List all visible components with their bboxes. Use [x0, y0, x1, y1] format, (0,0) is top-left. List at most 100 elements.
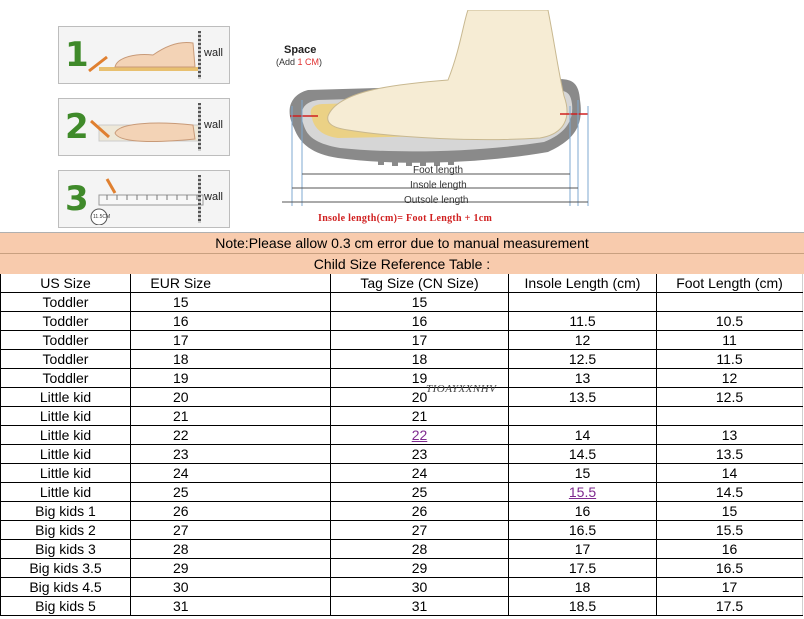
foot-length-cell: 14.5	[656, 482, 803, 502]
insole-length-cell: 15	[508, 463, 657, 483]
foot-length-cell: 14	[656, 463, 803, 483]
blank-cell	[230, 463, 331, 483]
space-label: Space	[284, 44, 317, 56]
tag-size-cell: 28	[330, 539, 509, 559]
foot-length-cell: 13	[656, 425, 803, 445]
foot-length-cell: 15	[656, 501, 803, 521]
blank-cell	[230, 501, 331, 521]
tag-size-cell: 21	[330, 406, 509, 426]
us-size-cell: Toddler	[0, 311, 131, 331]
hyperlink-cell-value[interactable]: 22	[412, 427, 428, 443]
tag-size-cell: 15	[330, 292, 509, 312]
blank-cell	[230, 539, 331, 559]
blank-cell	[230, 292, 331, 312]
table-row: Toddler 17 17 12 11	[0, 330, 803, 350]
wall-label: wall	[204, 119, 223, 131]
us-size-cell: Big kids 3	[0, 539, 131, 559]
wall-label: wall	[204, 47, 223, 59]
table-row: Toddler 18 18 12.5 11.5	[0, 349, 803, 369]
tag-size-cell: 24	[330, 463, 509, 483]
eur-size-cell: 29	[130, 558, 231, 578]
foot-on-paper-icon	[88, 42, 199, 73]
blank-cell	[230, 577, 331, 597]
table-row: Little kid 21 21	[0, 406, 803, 426]
space-note-suffix: )	[319, 57, 323, 67]
insole-length-cell: 16	[508, 501, 657, 521]
hyperlink-cell-value[interactable]: 15.5	[569, 484, 596, 500]
blank-cell	[230, 349, 331, 369]
us-size-cell: Big kids 2	[0, 520, 131, 540]
foot-length-cell: 11	[656, 330, 803, 350]
table-row: Little kid 24 24 15 14	[0, 463, 803, 483]
foot-length-cell: 11.5	[656, 349, 803, 369]
us-size-cell: Toddler	[0, 292, 131, 312]
blank-cell	[230, 596, 331, 616]
table-row: Toddler 15 15	[0, 292, 803, 312]
eur-size-cell: 27	[130, 520, 231, 540]
ruler-tag: 11.5CM	[93, 214, 111, 220]
foot-length-cell	[656, 406, 803, 426]
eur-size-cell: 28	[130, 539, 231, 559]
foot-length-cell: 13.5	[656, 444, 803, 464]
step-3-panel: 3 11.5CM wall	[58, 170, 230, 228]
insole-length-cell	[508, 406, 657, 426]
us-size-cell: Little kid	[0, 482, 131, 502]
tag-size-cell: 29	[330, 558, 509, 578]
space-note-prefix: (Add	[276, 57, 298, 67]
foot-length-cell: 15.5	[656, 520, 803, 540]
eur-size-cell: 26	[130, 501, 231, 521]
eur-size-cell: 24	[130, 463, 231, 483]
insole-length-cell: 13	[508, 368, 657, 388]
wall-marker	[198, 103, 201, 151]
table-row: Little kid 25 25 15.5 14.5	[0, 482, 803, 502]
insole-length-cell: 11.5	[508, 311, 657, 331]
us-size-cell: Little kid	[0, 425, 131, 445]
insole-length-cell: 12	[508, 330, 657, 350]
space-note-value: 1 CM	[297, 57, 320, 67]
insole-length-cell: 16.5	[508, 520, 657, 540]
insole-length-cell: 17	[508, 539, 657, 559]
table-row: Big kids 5 31 31 18.5 17.5	[0, 596, 803, 616]
insole-length-cell	[508, 292, 657, 312]
foot-length-cell: 17.5	[656, 596, 803, 616]
eur-size-cell: 22	[130, 425, 231, 445]
insole-length-cell: 14.5	[508, 444, 657, 464]
eur-size-cell: 21	[130, 406, 231, 426]
tag-size-cell: 26	[330, 501, 509, 521]
tag-size-cell: 17	[330, 330, 509, 350]
insole-length-cell: 13.5	[508, 387, 657, 407]
eur-size-cell: 23	[130, 444, 231, 464]
table-row: Toddler 19 19 13 12	[0, 368, 803, 388]
tag-size-cell: 23	[330, 444, 509, 464]
blank-cell	[230, 520, 331, 540]
eur-size-cell: 17	[130, 330, 231, 350]
foot-length-cell: 12.5	[656, 387, 803, 407]
eur-size-cell: 18	[130, 349, 231, 369]
insole-length-cell: 15.5	[508, 482, 657, 502]
foot-length-cell: 12	[656, 368, 803, 388]
insole-length-label: Insole length	[410, 180, 467, 191]
us-size-cell: Little kid	[0, 463, 131, 483]
table-row: Little kid 23 23 14.5 13.5	[0, 444, 803, 464]
tag-size-cell: 22	[330, 425, 509, 445]
us-size-cell: Big kids 3.5	[0, 558, 131, 578]
us-size-cell: Little kid	[0, 444, 131, 464]
step-1-panel: 1 wall	[58, 26, 230, 84]
header-foot-length: Foot Length (cm)	[656, 274, 803, 293]
table-row: Big kids 2 27 27 16.5 15.5	[0, 520, 803, 540]
size-chart-sheet: Note:Please allow 0.3 cm error due to ma…	[0, 232, 804, 616]
eur-size-cell: 16	[130, 311, 231, 331]
blank-cell	[230, 482, 331, 502]
blank-cell	[230, 406, 331, 426]
us-size-cell: Toddler	[0, 349, 131, 369]
tag-size-cell: 30	[330, 577, 509, 597]
insole-formula: Insole length(cm)= Foot Length + 1cm	[318, 213, 493, 224]
foot-length-cell: 10.5	[656, 311, 803, 331]
us-size-cell: Little kid	[0, 406, 131, 426]
table-row: Toddler 16 16 11.5 10.5	[0, 311, 803, 331]
table-row: Big kids 3.5 29 29 17.5 16.5	[0, 558, 803, 578]
space-note: (Add 1 CM)	[276, 57, 322, 67]
blank-cell	[230, 444, 331, 464]
header-insole-length: Insole Length (cm)	[508, 274, 657, 293]
wall-marker	[198, 31, 201, 79]
